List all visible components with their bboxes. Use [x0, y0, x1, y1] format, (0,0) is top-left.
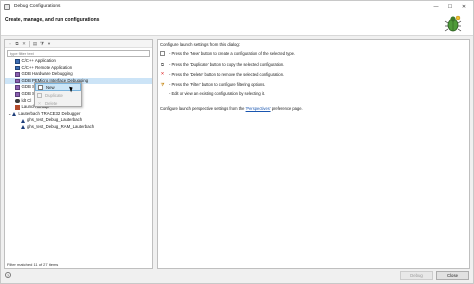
tree-item-label: C/C++ Application	[21, 58, 56, 63]
hint-text: - Press the 'New' button to create a con…	[169, 50, 296, 56]
tree-item[interactable]: C/C++ Remote Application	[5, 65, 152, 72]
hint-text: - Press the 'Delete' button to remove th…	[169, 71, 285, 77]
window-title: Debug Configurations	[14, 4, 61, 9]
menu-item-duplicate[interactable]: Duplicate	[35, 91, 81, 99]
tree-item[interactable]: C/C++ Application	[5, 58, 152, 65]
hint-text: - Press the 'Filter' button to configure…	[169, 81, 266, 87]
new-icon	[38, 84, 43, 90]
close-window-button[interactable]: ✕	[457, 1, 471, 12]
hint-edit: - Edit or view an existing configuration…	[160, 90, 265, 96]
perspective-suffix: preference page.	[270, 106, 303, 111]
menu-item-label: New	[46, 84, 55, 90]
gdb-icon	[15, 72, 20, 77]
new-config-icon[interactable]: ▫	[7, 41, 13, 47]
menu-item-label: Duplicate	[45, 92, 63, 98]
tree-item-label: GDB S	[21, 84, 35, 90]
maximize-button[interactable]: ☐	[443, 1, 457, 12]
delete-icon[interactable]: ✕	[21, 41, 27, 47]
tree-item[interactable]: ⌄ Lauterbach TRACE32 Debugger	[5, 111, 152, 118]
tree-item[interactable]: ghs_test_Debug_Lauterbach	[5, 117, 152, 124]
menu-item-delete[interactable]: ✕ Delete	[35, 99, 81, 107]
collapse-icon[interactable]: ▤	[32, 41, 38, 47]
gdb-icon	[15, 92, 20, 97]
filter-icon: ⧩	[160, 81, 165, 87]
filter-icon[interactable]: ⧩	[39, 41, 45, 47]
perspectives-link[interactable]: 'Perspectives'	[246, 106, 271, 111]
perspective-text: Configure launch perspective settings fr…	[160, 106, 303, 111]
dropdown-icon[interactable]: ▾	[46, 41, 52, 47]
hint-delete: ✕ - Press the 'Delete' button to remove t…	[160, 71, 285, 77]
hint-text: - Edit or view an existing configuration…	[169, 90, 266, 96]
menu-item-new[interactable]: New	[35, 83, 81, 91]
config-icon	[21, 125, 25, 130]
debug-configurations-window: Debug Configurations — ☐ ✕ Create, manag…	[0, 0, 474, 284]
cpp-icon	[15, 59, 20, 64]
menu-item-label: Delete	[45, 100, 58, 106]
context-menu: New Duplicate ✕ Delete	[34, 82, 82, 107]
tree-item-label: ghs_test_Debug_Lauterbach	[27, 117, 83, 123]
lauterbach-icon	[12, 112, 17, 117]
gdb-icon	[15, 85, 20, 90]
tree-item-label: ldt Cl	[21, 97, 32, 103]
debug-button[interactable]: Debug	[400, 271, 433, 280]
filter-status: Filter matched 11 of 27 items	[7, 262, 59, 267]
tree-item-label: Lauterbach TRACE32 Debugger	[18, 110, 81, 116]
cpp-icon	[15, 65, 20, 71]
new-icon	[160, 50, 165, 56]
tree-item-label: C/C++ Remote Application	[21, 64, 73, 70]
duplicate-icon	[37, 92, 42, 98]
delete-icon: ✕	[160, 71, 165, 76]
duplicate-icon: ⧉	[160, 61, 165, 67]
eclipse-app-icon	[4, 3, 10, 10]
minimize-button[interactable]: —	[429, 1, 443, 12]
dialog-heading: Create, manage, and run configurations	[5, 17, 100, 23]
delete-icon: ✕	[37, 100, 42, 106]
launch-info-panel: Configure launch settings from this dial…	[157, 39, 470, 269]
help-icon[interactable]: ?	[5, 272, 11, 278]
configuration-tree-panel: ▫ ⧉ ✕ ▤ ⧩ ▾ type filter text C/C++ Appli…	[4, 39, 153, 269]
toolbar-separator	[29, 40, 30, 47]
dialog-footer: ? Debug Close	[1, 269, 473, 283]
hint-text: - Press the 'Duplicate' button to copy t…	[169, 61, 285, 67]
hint-duplicate: ⧉ - Press the 'Duplicate' button to copy …	[160, 61, 284, 67]
perspective-prefix: Configure launch perspective settings fr…	[160, 106, 246, 111]
tree-item-label: GDB Hardware Debugging	[21, 71, 73, 77]
launch-group-icon	[15, 105, 20, 110]
dialog-header: Create, manage, and run configurations	[1, 12, 473, 36]
tree-item-label: ghs_test_Debug_RAM_Lauterbach	[27, 123, 95, 129]
tree-item[interactable]: ghs_test_Debug_RAM_Lauterbach	[5, 124, 152, 131]
expand-chevron-icon[interactable]: ⌄	[8, 111, 11, 118]
intro-text: Configure launch settings from this dial…	[160, 42, 241, 47]
title-bar: Debug Configurations — ☐ ✕	[1, 1, 473, 12]
debug-bug-icon	[444, 15, 462, 32]
config-icon	[21, 118, 25, 123]
hint-filter: ⧩ - Press the 'Filter' button to configur…	[160, 81, 265, 87]
close-button[interactable]: Close	[436, 271, 469, 280]
tree-item-label: GDB S	[21, 90, 35, 96]
hint-new: - Press the 'New' button to create a con…	[160, 50, 295, 56]
duplicate-icon[interactable]: ⧉	[14, 41, 20, 47]
gdb-icon	[15, 78, 20, 84]
ghs-icon	[15, 98, 20, 104]
tree-item[interactable]: GDB Hardware Debugging	[5, 71, 152, 78]
filter-input[interactable]: type filter text	[7, 50, 150, 57]
config-toolbar: ▫ ⧉ ✕ ▤ ⧩ ▾	[5, 40, 152, 48]
